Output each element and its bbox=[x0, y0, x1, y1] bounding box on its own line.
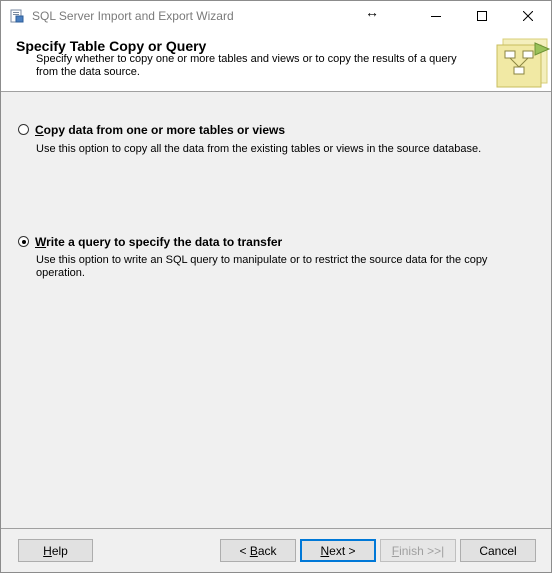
window-title: SQL Server Import and Export Wizard bbox=[32, 9, 234, 23]
close-icon bbox=[523, 11, 533, 21]
minimize-button[interactable] bbox=[413, 1, 459, 31]
help-button[interactable]: Help bbox=[18, 539, 93, 562]
wizard-window: SQL Server Import and Export Wizard ↔ Sp… bbox=[0, 0, 552, 573]
back-button[interactable]: < Back bbox=[220, 539, 296, 562]
maximize-button[interactable] bbox=[459, 1, 505, 31]
radio-write-query[interactable] bbox=[18, 236, 29, 247]
page-description: Specify whether to copy one or more tabl… bbox=[36, 53, 457, 78]
wizard-flowchart-graphic-icon bbox=[491, 37, 551, 92]
page-title: Specify Table Copy or Query bbox=[16, 38, 207, 54]
option-write-query-label[interactable]: Write a query to specify the data to tra… bbox=[35, 235, 282, 249]
next-button[interactable]: Next > bbox=[300, 539, 376, 562]
close-button[interactable] bbox=[505, 1, 551, 31]
radio-copy-tables[interactable] bbox=[18, 124, 29, 135]
finish-button[interactable]: Finish >>| bbox=[380, 539, 456, 562]
maximize-icon bbox=[477, 11, 487, 21]
option-write-query-description: Use this option to write an SQL query to… bbox=[36, 254, 488, 279]
resize-horizontal-cursor-icon: ↔ bbox=[365, 4, 379, 20]
wizard-header: Specify Table Copy or Query Specify whet… bbox=[1, 31, 551, 92]
minimize-icon bbox=[431, 16, 441, 17]
footer-divider bbox=[1, 528, 551, 529]
option-copy-tables-label[interactable]: Copy data from one or more tables or vie… bbox=[35, 123, 285, 137]
option-copy-tables-description: Use this option to copy all the data fro… bbox=[36, 143, 482, 155]
wizard-app-icon bbox=[10, 9, 24, 23]
title-bar[interactable]: SQL Server Import and Export Wizard ↔ bbox=[1, 1, 551, 31]
cancel-button[interactable]: Cancel bbox=[460, 539, 536, 562]
